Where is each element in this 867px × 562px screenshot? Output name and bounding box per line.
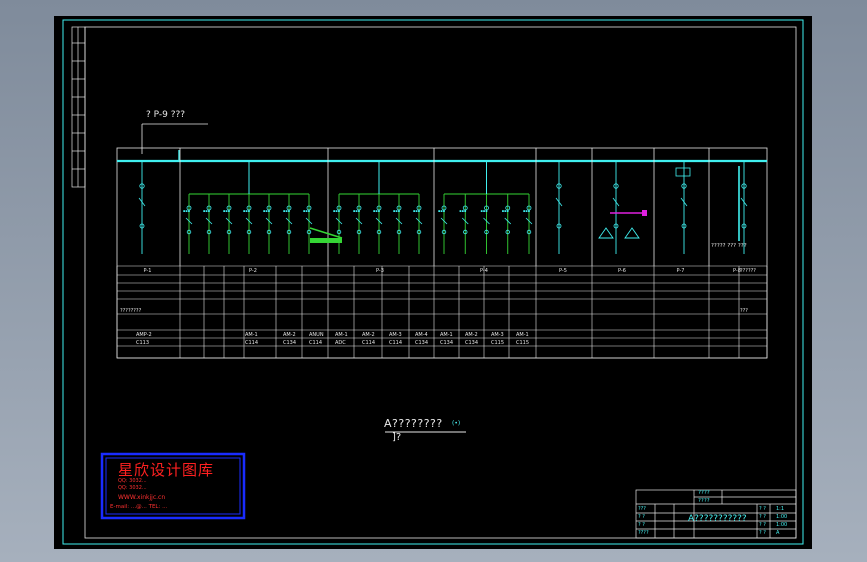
bottom-row-cell: ANUN (309, 332, 324, 338)
feeder-label: ▪▪▪ (373, 209, 381, 213)
title-block-left-3: ? ? (638, 522, 645, 528)
transformer-0 (598, 227, 614, 239)
bottom-row-cell: AMP-2 (136, 332, 152, 338)
drawing-canvas[interactable]: ▪▪▪ ▪▪▪ ▪▪▪ ▪▪▪ ▪▪▪ ▪▪▪ ▪▪▪ ▪▪▪ ▪▪▪ ▪▪▪ ▪▪▪ ▪▪▪ ▪▪▪ ▪… (54, 16, 812, 549)
panel-label: P-5 (559, 268, 567, 274)
title-block-top-2: ???? (698, 498, 710, 504)
feeder-label: ▪▪▪ (243, 209, 251, 213)
code-row-cell: C114 (389, 340, 402, 346)
bottom-row-cell: AM-1 (245, 332, 258, 338)
title-block-val-3: 1:00 (776, 522, 788, 528)
bottom-row-cell: AM-1 (440, 332, 453, 338)
logo-web: WWW.xinkjjc.cn (118, 494, 166, 501)
title-block-right-2: ? ? (759, 514, 766, 520)
diagram-title-tag: (•) (452, 420, 461, 427)
feeder-label: ▪▪▪ (393, 209, 401, 213)
code-row-cell: C134 (440, 340, 453, 346)
code-row-cell: C113 (136, 340, 149, 346)
panel-label: P-2 (249, 268, 257, 274)
feeder-circuits: ▪▪▪ ▪▪▪ ▪▪▪ ▪▪▪ ▪▪▪ ▪▪▪ ▪▪▪ ▪▪▪ ▪▪▪ ▪▪▪ ▪▪▪ ▪▪▪ ▪▪▪ ▪… (138, 161, 748, 254)
title-block-left-1: ??? (638, 506, 646, 512)
code-row-cell: ADC (335, 340, 346, 346)
feeder-label: ▪▪▪ (481, 209, 489, 213)
green-marker (310, 238, 342, 243)
side-value: ????? ??? ??? (711, 243, 747, 249)
panel-label: P-3 (376, 268, 384, 274)
feeder-label: ▪▪▪ (353, 209, 361, 213)
title-block-val-4: A (776, 530, 780, 536)
magenta-node (642, 210, 647, 216)
feeder-label: ▪▪▪ (203, 209, 211, 213)
title-block-right-4: ? ? (759, 530, 766, 536)
title-block-right-3: ? ? (759, 522, 766, 528)
feeder-label: ▪▪▪ (333, 209, 341, 213)
feeder-label: ▪▪▪ (459, 209, 467, 213)
logo-title: 星欣设计图库 (118, 461, 215, 479)
code-row-cell: C114 (362, 340, 375, 346)
row-qmark-label: ??? (740, 308, 748, 314)
table-text: AMP-2 AM-1 AM-2 ANUN AM-1 AM-2 AM-3 AM-4 AM-1 AM-… (120, 268, 756, 346)
code-row-cell: C134 (415, 340, 428, 346)
feeder-label: ▪▪▪ (502, 209, 510, 213)
diagram-title: A???????? (384, 417, 443, 430)
code-row-cell: C115 (516, 340, 529, 346)
feeder-label: ▪▪▪ (438, 209, 446, 213)
panel-label: P-7 (677, 268, 685, 274)
title-block-name: A??????????? (688, 514, 747, 524)
bottom-row-cell: AM-3 (491, 332, 504, 338)
code-row-cell: C115 (491, 340, 504, 346)
code-row-cell: C114 (245, 340, 258, 346)
feeder-label: ▪▪▪ (283, 209, 291, 213)
panel-label: P-6 (618, 268, 626, 274)
switchgear-table (116, 147, 768, 359)
logo-line2: QQ: 3032... (118, 485, 147, 491)
title-block-left-2: ? ? (638, 514, 645, 520)
title-block-val-1: 1:1 (776, 506, 785, 512)
title-block-val-2: 1:00 (776, 514, 788, 520)
binding-strip (71, 26, 86, 188)
bottom-row-cell: AM-2 (465, 332, 478, 338)
diagram-subtitle: ]? (392, 432, 402, 443)
title-block-top-1: ???? (698, 490, 710, 496)
code-row-cell: C134 (283, 340, 296, 346)
bottom-row-cell: AM-2 (283, 332, 296, 338)
logo-line1: QQ: 3032... (118, 478, 147, 484)
bottom-row-cell: AM-1 (516, 332, 529, 338)
code-row-cell: C134 (465, 340, 478, 346)
bottom-row-cell: AM-4 (415, 332, 428, 338)
bottom-row-cell: AM-1 (335, 332, 348, 338)
row-star-label: ?????? (740, 268, 756, 274)
transformer-1 (624, 227, 640, 239)
bottom-row-cell: AM-2 (362, 332, 375, 338)
meter-box (675, 167, 691, 177)
logo-contact: E-mail: ...@... TEL: ... (110, 504, 168, 510)
feeder-label: ▪▪▪ (223, 209, 231, 213)
feeder-label: ▪▪▪ (303, 209, 311, 213)
feeder-label: ▪▪▪ (263, 209, 271, 213)
title-block-left-4: ???? (638, 530, 649, 536)
feeder-label: ▪▪▪ (183, 209, 191, 213)
panel-label: P-4 (480, 268, 488, 274)
bottom-row-cell: AM-3 (389, 332, 402, 338)
panel-dividers (179, 148, 710, 266)
code-row-cell: C114 (309, 340, 322, 346)
row-type-label: ???????? (120, 308, 142, 314)
panel-label: P-1 (144, 268, 152, 274)
title-block-right-1: ? ? (759, 506, 766, 512)
feeder-label: ▪▪▪ (413, 209, 421, 213)
cad-viewport: ▪▪▪ ▪▪▪ ▪▪▪ ▪▪▪ ▪▪▪ ▪▪▪ ▪▪▪ ▪▪▪ ▪▪▪ ▪▪▪ ▪▪▪ ▪▪▪ ▪▪▪ ▪… (0, 0, 867, 562)
feeder-label: ▪▪▪ (523, 209, 531, 213)
upper-label: ? P-9 ??? (146, 110, 186, 120)
